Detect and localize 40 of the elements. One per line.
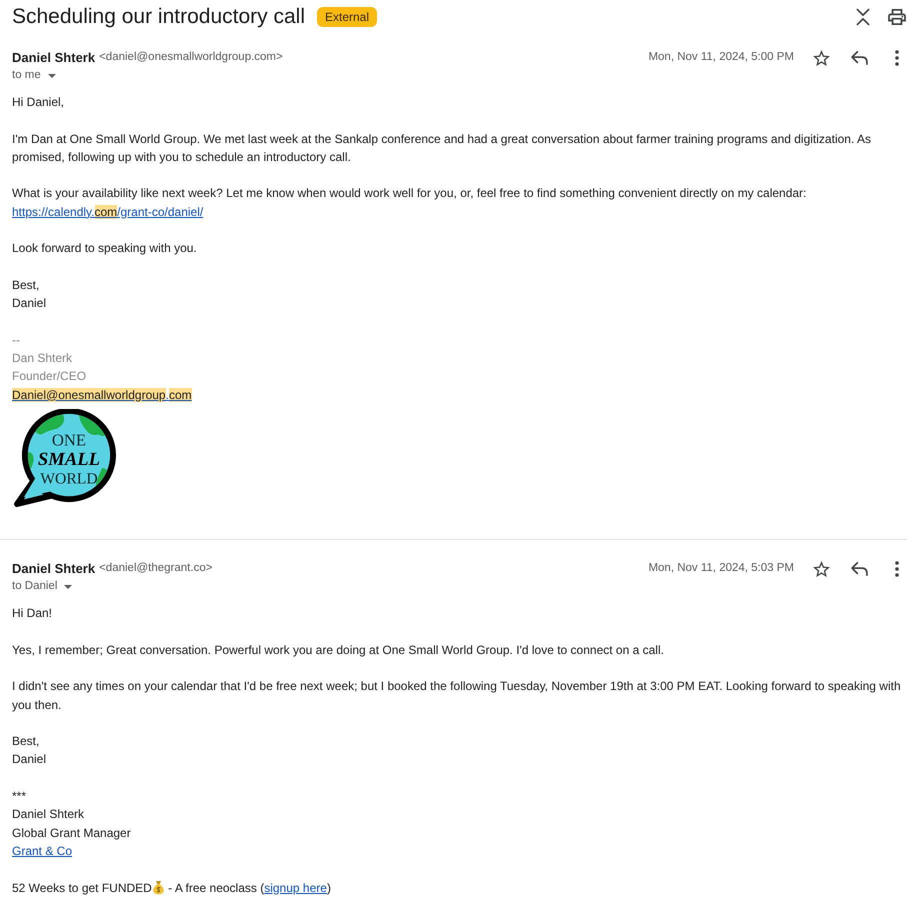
- recipient-text: to me: [12, 68, 41, 84]
- reply-icon: [850, 51, 868, 65]
- more-options-icon: [895, 561, 899, 578]
- body-text: Best,: [12, 733, 40, 750]
- hyperlink[interactable]: Grant & Co: [12, 844, 72, 858]
- sender-email: <daniel@thegrant.co>: [99, 561, 212, 576]
- body-text: Daniel Shterk: [12, 806, 86, 824]
- body-text: I'm Dan at One Small World Group. We met last week at the Sankalp conference and had a great conversation about farmer training programs and digitization. As promised, following up with you to schedule an introductory call.: [12, 130, 872, 166]
- body-text: Yes, I remember; Great conversation. Powerful work you are doing at One Small World Group. I'd love to connect on a call.: [12, 642, 665, 659]
- body-text: --: [12, 332, 21, 349]
- sender-email: <daniel@onesmallworldgroup.com>: [99, 50, 283, 66]
- hyperlink[interactable]: signup here: [264, 880, 327, 894]
- body-text: I didn't see any times on your calendar that I'd be free next week; but I booked the following Tuesday, November 19th at 3:00 PM EAT. Looking forward to speaking with you then.: [12, 678, 902, 714]
- sender-name: Daniel Shterk: [12, 560, 96, 578]
- sender-name: Daniel Shterk: [12, 49, 96, 68]
- label-badge: External: [317, 7, 378, 27]
- email-subject: Scheduling our introductory call: [12, 4, 305, 30]
- message-date: Mon, Nov 11, 2024, 5:00 PM: [648, 50, 794, 66]
- caret-down-icon: [48, 74, 56, 78]
- body-text: Daniel: [12, 295, 48, 312]
- body-text: Daniel: [12, 751, 48, 768]
- collapse-icon: [856, 8, 870, 26]
- reply-icon: [850, 562, 868, 576]
- message-date: Mon, Nov 11, 2024, 5:03 PM: [648, 561, 794, 576]
- body-text: Best,: [12, 276, 40, 294]
- body-text: 52 Weeks to get FUNDED - A free neoclass (signup here): [12, 878, 332, 896]
- hyperlink[interactable]: https://calendly.com/grant-co/daniel/: [12, 204, 204, 219]
- body-text: What is your availability like next week? Let me know when would work well for you, or, feel free to find something convenient directly on my calendar: https://calendly.com/grant-co/daniel/: [12, 185, 808, 221]
- body-text: Global Grant Manager: [12, 824, 132, 842]
- print-icon: [888, 9, 906, 25]
- body-text: Hi Daniel,: [12, 94, 66, 111]
- recipient-text: to Daniel: [12, 579, 58, 594]
- money-bag-icon: [152, 880, 165, 894]
- more-options-icon: [895, 50, 899, 66]
- body-text: Look forward to speaking with you.: [12, 240, 198, 258]
- body-text: Hi Dan!: [12, 605, 54, 622]
- body-text: ***: [12, 788, 28, 806]
- body-text: Founder/CEO: [12, 368, 88, 386]
- caret-down-icon: [64, 585, 72, 590]
- body-text: Dan Shterk: [12, 350, 74, 368]
